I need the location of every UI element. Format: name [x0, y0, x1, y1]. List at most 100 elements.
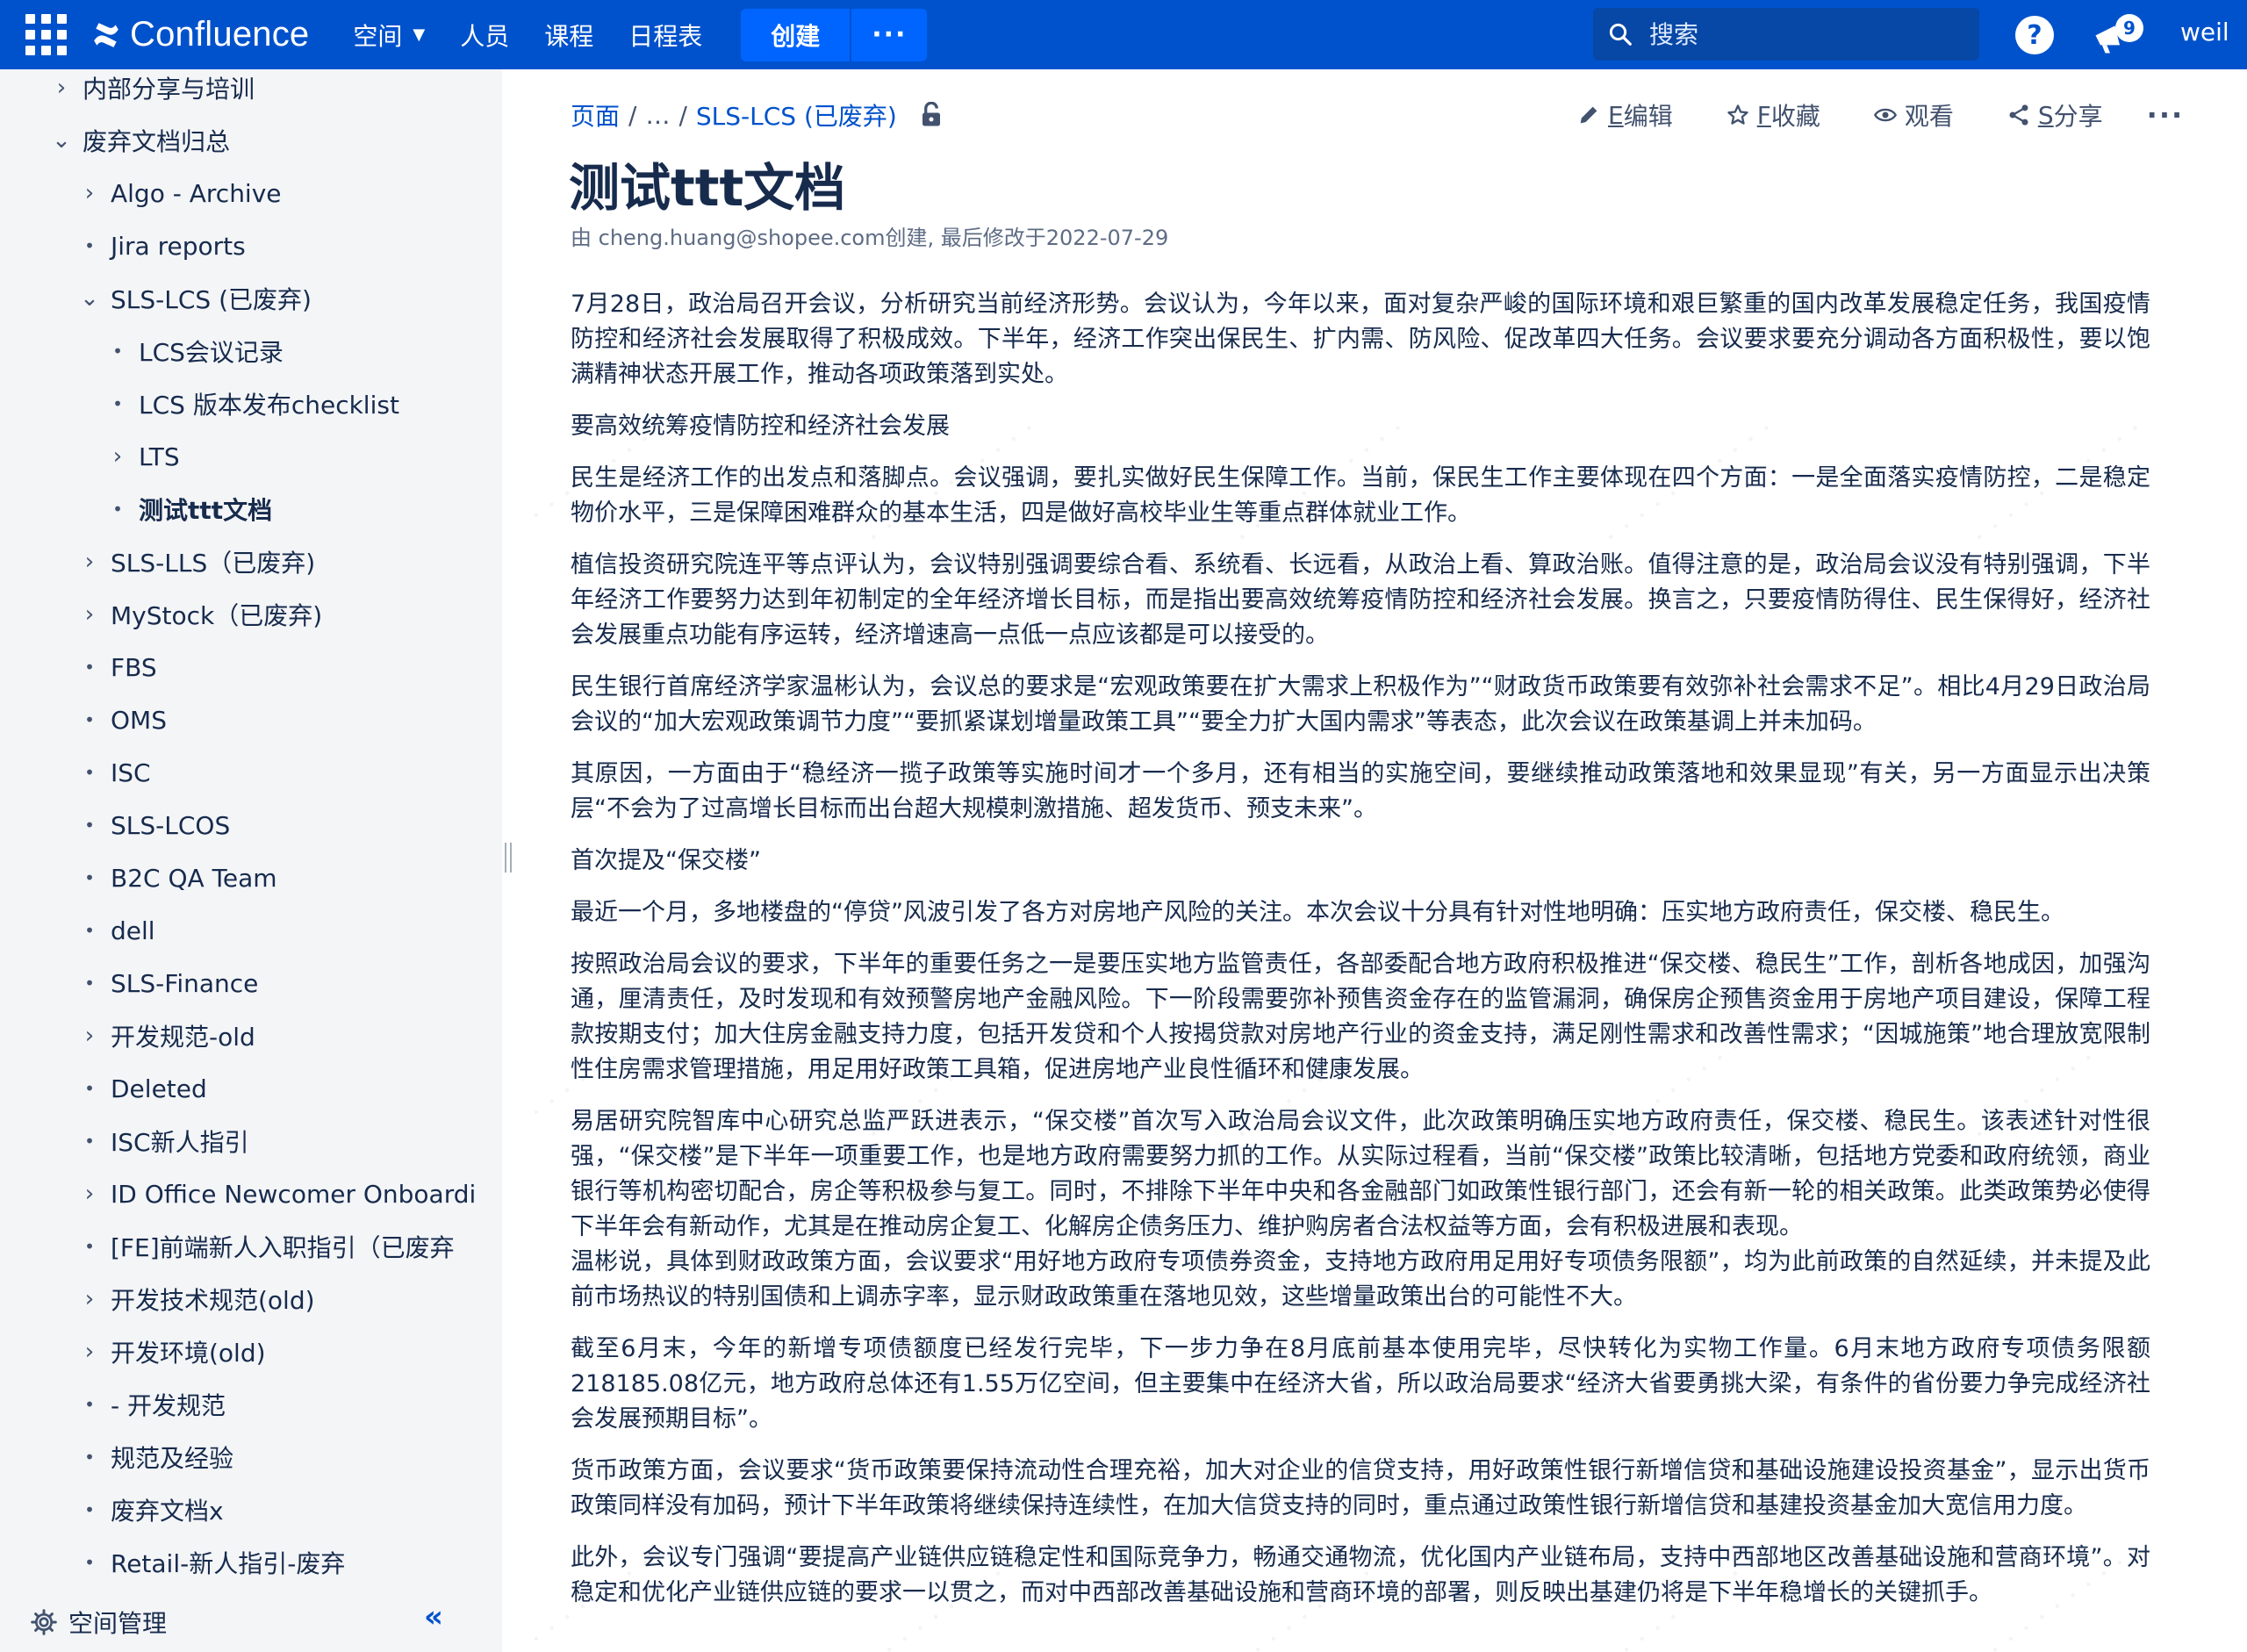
chevron-down-icon[interactable]: ⌄ [47, 127, 75, 154]
sidebar-tree-item-label: SLS-LCOS [111, 810, 231, 840]
sidebar-tree-item-label: Deleted [111, 1074, 207, 1103]
sidebar-tree-item[interactable]: › LTS [104, 437, 180, 476]
chevron-right-icon[interactable]: › [75, 601, 104, 628]
sidebar-tree-item[interactable]: • FBS [75, 648, 157, 686]
share-button[interactable]: S 分享 [2007, 97, 2103, 133]
sidebar-tree-item[interactable]: • 废弃文档x [75, 1490, 223, 1529]
chevron-right-icon[interactable]: › [47, 75, 75, 101]
sidebar-tree-item-label: B2C QA Team [111, 863, 277, 893]
breadcrumb-pages[interactable]: 页面 [571, 97, 620, 133]
watch-button[interactable]: 观看 [1873, 97, 1954, 133]
sidebar-tree-item[interactable]: › 内部分享与培训 [47, 69, 255, 107]
collapse-sidebar-icon[interactable]: « [416, 1599, 451, 1634]
nav-courses[interactable]: 课程 [527, 0, 611, 69]
nav-spaces[interactable]: 空间 ▼ [335, 0, 442, 69]
sidebar-tree-item-label: 开发环境(old) [111, 1339, 266, 1368]
sidebar-tree-item[interactable]: ⌄ 废弃文档归总 [47, 121, 230, 160]
sidebar-tree-item[interactable]: • Retail-新人指引-废弃 [75, 1543, 345, 1579]
sidebar-tree-item[interactable]: › 开发规范-old [75, 1016, 255, 1055]
breadcrumb: 页面 / … / SLS-LCS (已废弃) [571, 96, 943, 134]
sidebar-tree-item[interactable]: • SLS-Finance [75, 964, 258, 1002]
sidebar-tree-item[interactable]: • - 开发规范 [75, 1385, 226, 1424]
star-shortcut-key: F [1756, 100, 1771, 130]
chevron-right-icon[interactable]: › [75, 549, 104, 575]
sidebar-tree-item[interactable]: • [FE]前端新人入职指引（已废弃 [75, 1227, 455, 1266]
sidebar-tree-item[interactable]: • B2C QA Team [75, 858, 277, 897]
sidebar-tree-item[interactable]: › Algo - Archive [75, 174, 282, 212]
sidebar-tree-item[interactable]: • Deleted [75, 1069, 207, 1108]
nav-calendars[interactable]: 日程表 [611, 0, 720, 69]
sidebar-tree-item-label: Retail-新人指引-废弃 [111, 1549, 346, 1578]
sidebar-tree-item[interactable]: › SLS-LLS（已废弃) [75, 542, 315, 581]
search-box[interactable] [1593, 8, 1979, 61]
user-menu[interactable]: weil [2180, 18, 2247, 47]
sidebar-resize-handle[interactable] [502, 843, 514, 873]
chevron-down-icon[interactable]: ⌄ [75, 285, 104, 312]
sidebar-tree-item[interactable]: • ISC [75, 753, 151, 792]
chevron-right-icon[interactable]: › [75, 1181, 104, 1207]
help-icon[interactable]: ? [2015, 16, 2054, 54]
body-paragraph: 7月28日，政治局召开会议，分析研究当前经济形势。会议认为，今年以来，面对复杂严… [571, 291, 2150, 388]
notification-count-badge: 9 [2115, 14, 2143, 42]
app-switcher-icon[interactable] [0, 0, 91, 69]
watch-label: 观看 [1904, 102, 1954, 131]
notifications-button[interactable]: 9 [2089, 12, 2143, 61]
sidebar-tree-item[interactable]: • dell [75, 911, 154, 950]
bullet-icon: • [112, 341, 123, 362]
star-label: 收藏 [1770, 102, 1820, 131]
unlock-icon[interactable] [920, 102, 943, 128]
sidebar-tree-item[interactable]: • LCS会议记录 [104, 332, 284, 370]
sidebar-tree-item[interactable]: • 测试ttt文档 [104, 490, 272, 528]
confluence-logo[interactable]: Confluence [91, 0, 335, 69]
sidebar-tree-item[interactable]: • LCS 版本发布checklist [104, 384, 399, 423]
bullet-icon: • [84, 1236, 95, 1257]
space-settings-link[interactable]: 空间管理 [68, 1605, 167, 1640]
search-input[interactable] [1649, 19, 1965, 49]
bullet-icon: • [84, 657, 95, 678]
page-tree: › 内部分享与培训 ⌄ 废弃文档归总 › Algo - Archive • Jira repo… [0, 69, 502, 1579]
sidebar-tree-item[interactable]: › ID Office Newcomer Onboardi [75, 1174, 476, 1213]
sidebar-tree-item[interactable]: • Jira reports [75, 226, 246, 265]
share-label: 分享 [2053, 102, 2103, 131]
chevron-right-icon[interactable]: › [75, 180, 104, 206]
page-actions-toolbar: E 编辑 F 收藏 观看 S 分享 ··· [1576, 96, 2184, 134]
sidebar-tree-item-label: [FE]前端新人入职指引（已废弃 [111, 1233, 455, 1262]
star-button[interactable]: F 收藏 [1726, 97, 1820, 133]
chevron-right-icon[interactable]: › [75, 1286, 104, 1312]
sidebar-tree-item[interactable]: ⌄ SLS-LCS (已废弃) [75, 279, 312, 318]
sidebar-tree-item-label: LTS [139, 442, 180, 471]
edit-label: 编辑 [1623, 102, 1673, 131]
create-button[interactable]: 创建 [741, 8, 851, 61]
sidebar-tree-item-label: ID Office Newcomer Onboardi [111, 1179, 477, 1209]
sidebar-tree-item[interactable]: › 开发技术规范(old) [75, 1280, 315, 1318]
sidebar-tree-item[interactable]: • ISC新人指引 [75, 1122, 249, 1160]
breadcrumb-ellipsis[interactable]: … [645, 101, 670, 130]
sidebar-tree-item[interactable]: • SLS-LCOS [75, 806, 230, 844]
breadcrumb-parent-page[interactable]: SLS-LCS (已废弃) [696, 97, 897, 133]
sidebar-tree-item-label: 规范及经验 [111, 1444, 234, 1473]
chevron-right-icon[interactable]: › [75, 1023, 104, 1049]
chevron-right-icon[interactable]: › [104, 443, 132, 470]
logo-text: Confluence [130, 15, 310, 54]
sidebar-tree-item-label: LCS 版本发布checklist [139, 391, 399, 420]
sidebar-tree-item-label: 开发规范-old [111, 1023, 255, 1052]
sidebar-tree-item-label: - 开发规范 [111, 1391, 226, 1420]
sidebar-tree-item-label: 内部分享与培训 [83, 75, 255, 104]
sidebar-tree-item-label: OMS [111, 705, 167, 735]
body-paragraph: 首次提及“保交楼” [571, 847, 761, 874]
sidebar-tree-item[interactable]: • 规范及经验 [75, 1438, 233, 1476]
create-from-template-button[interactable]: ··· [850, 8, 928, 61]
body-paragraph: 截至6月末，今年的新增专项债额度已经发行完毕，下一步力争在8月底前基本使用完毕，… [571, 1335, 2150, 1433]
pencil-icon [1580, 106, 1597, 124]
sidebar-tree-item[interactable]: › MyStock（已废弃) [75, 595, 322, 634]
bullet-icon: • [84, 1447, 95, 1468]
nav-people[interactable]: 人员 [442, 0, 527, 69]
edit-button[interactable]: E 编辑 [1576, 97, 1673, 133]
bullet-icon: • [84, 762, 95, 783]
chevron-right-icon[interactable]: › [75, 1339, 104, 1365]
sidebar-tree-item[interactable]: • OMS [75, 700, 167, 739]
sidebar-tree-item[interactable]: › 开发环境(old) [75, 1332, 266, 1371]
page-content-area: · · · · · · · · · · · · · · · · · · · · ·… [527, 69, 2247, 1652]
sidebar-tree-item-label: 废弃文档归总 [83, 127, 231, 156]
more-actions-button[interactable]: ··· [2147, 98, 2184, 132]
